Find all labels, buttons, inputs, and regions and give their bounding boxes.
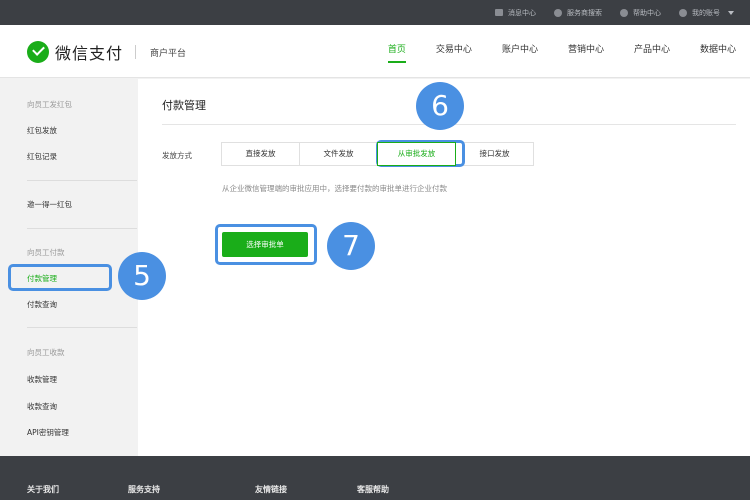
search-icon	[554, 8, 562, 17]
highlight-box-select-approval	[215, 224, 317, 265]
help-center-label: 帮助中心	[633, 8, 661, 17]
tab-file-distribution[interactable]: 文件发放	[299, 142, 378, 166]
wechat-pay-logo-icon	[27, 41, 49, 63]
my-account-link[interactable]: 我的账号	[679, 8, 734, 18]
my-account-label: 我的账号	[692, 8, 720, 17]
nav-account-center[interactable]: 账户中心	[502, 25, 538, 77]
sidebar-group-payment: 向员工付款	[27, 248, 65, 257]
approval-description: 从企业微信管理端的审批应用中，选择要付款的审批单进行企业付款	[222, 184, 447, 193]
sidebar-item-red-packet-send[interactable]: 红包发放	[27, 125, 57, 136]
sidebar-item-invite-red-packet[interactable]: 邀一得一红包	[27, 199, 72, 210]
provider-search-link[interactable]: 服务商搜索	[554, 8, 602, 18]
footer: 关于我们 服务支持 友情链接 客服帮助	[0, 456, 750, 500]
sidebar-divider	[27, 327, 137, 328]
distribution-method-label: 发放方式	[162, 151, 192, 160]
user-icon	[679, 8, 687, 17]
step-badge-7: 7	[327, 222, 375, 270]
footer-link-support[interactable]: 服务支持	[128, 484, 160, 495]
logo-text: 微信支付	[55, 44, 124, 63]
footer-link-friends[interactable]: 友情链接	[255, 484, 287, 495]
sidebar-group-red-packet: 向员工发红包	[27, 100, 72, 109]
help-icon	[620, 8, 628, 17]
step-badge-6: 6	[416, 82, 464, 130]
sidebar-item-red-packet-record[interactable]: 红包记录	[27, 151, 57, 162]
sidebar-group-collection: 向员工收款	[27, 348, 65, 357]
nav-trade-center[interactable]: 交易中心	[436, 25, 472, 77]
nav-home[interactable]: 首页	[387, 25, 406, 77]
chevron-down-icon	[728, 10, 734, 15]
logo-subtitle: 商户平台	[150, 48, 187, 59]
nav-data-center[interactable]: 数据中心	[700, 25, 736, 77]
main-nav: 首页 交易中心 账户中心 营销中心 产品中心 数据中心	[358, 25, 736, 77]
tab-api-distribution[interactable]: 接口发放	[455, 142, 534, 166]
distribution-method-tabs: 直接发放 文件发放 从审批发放 接口发放	[221, 142, 534, 166]
nav-marketing-center[interactable]: 营销中心	[568, 25, 604, 77]
logo-divider	[135, 45, 137, 59]
sidebar-item-api-key-management[interactable]: API密钥管理	[27, 427, 69, 438]
sidebar-item-payment-query[interactable]: 付款查询	[27, 299, 57, 310]
main-content: 付款管理 发放方式 直接发放 文件发放 从审批发放 接口发放 从企业微信管理端的…	[138, 79, 750, 456]
logo[interactable]: 微信支付 商户平台	[27, 40, 186, 64]
provider-search-label: 服务商搜索	[567, 8, 602, 17]
footer-link-customer-help[interactable]: 客服帮助	[357, 484, 389, 495]
tab-approval-distribution[interactable]: 从审批发放	[377, 142, 456, 166]
message-center-link[interactable]: 消息中心	[495, 8, 536, 18]
top-links: 消息中心 服务商搜索 帮助中心 我的账号	[495, 0, 734, 25]
highlight-box-payment-management	[8, 264, 112, 291]
nav-product-center[interactable]: 产品中心	[634, 25, 670, 77]
help-center-link[interactable]: 帮助中心	[620, 8, 661, 18]
message-icon	[495, 9, 503, 16]
tab-direct-distribution[interactable]: 直接发放	[221, 142, 300, 166]
header: 微信支付 商户平台 首页 交易中心 账户中心 营销中心 产品中心 数据中心	[0, 25, 750, 78]
step-badge-5: 5	[118, 252, 166, 300]
sidebar-divider	[27, 180, 137, 181]
top-bar: 消息中心 服务商搜索 帮助中心 我的账号	[0, 0, 750, 25]
sidebar-item-collection-query[interactable]: 收款查询	[27, 401, 57, 412]
message-center-label: 消息中心	[508, 8, 536, 17]
footer-link-about[interactable]: 关于我们	[27, 484, 59, 495]
page-title: 付款管理	[162, 99, 206, 112]
sidebar-item-collection-management[interactable]: 收款管理	[27, 374, 57, 385]
sidebar-divider	[27, 228, 137, 229]
